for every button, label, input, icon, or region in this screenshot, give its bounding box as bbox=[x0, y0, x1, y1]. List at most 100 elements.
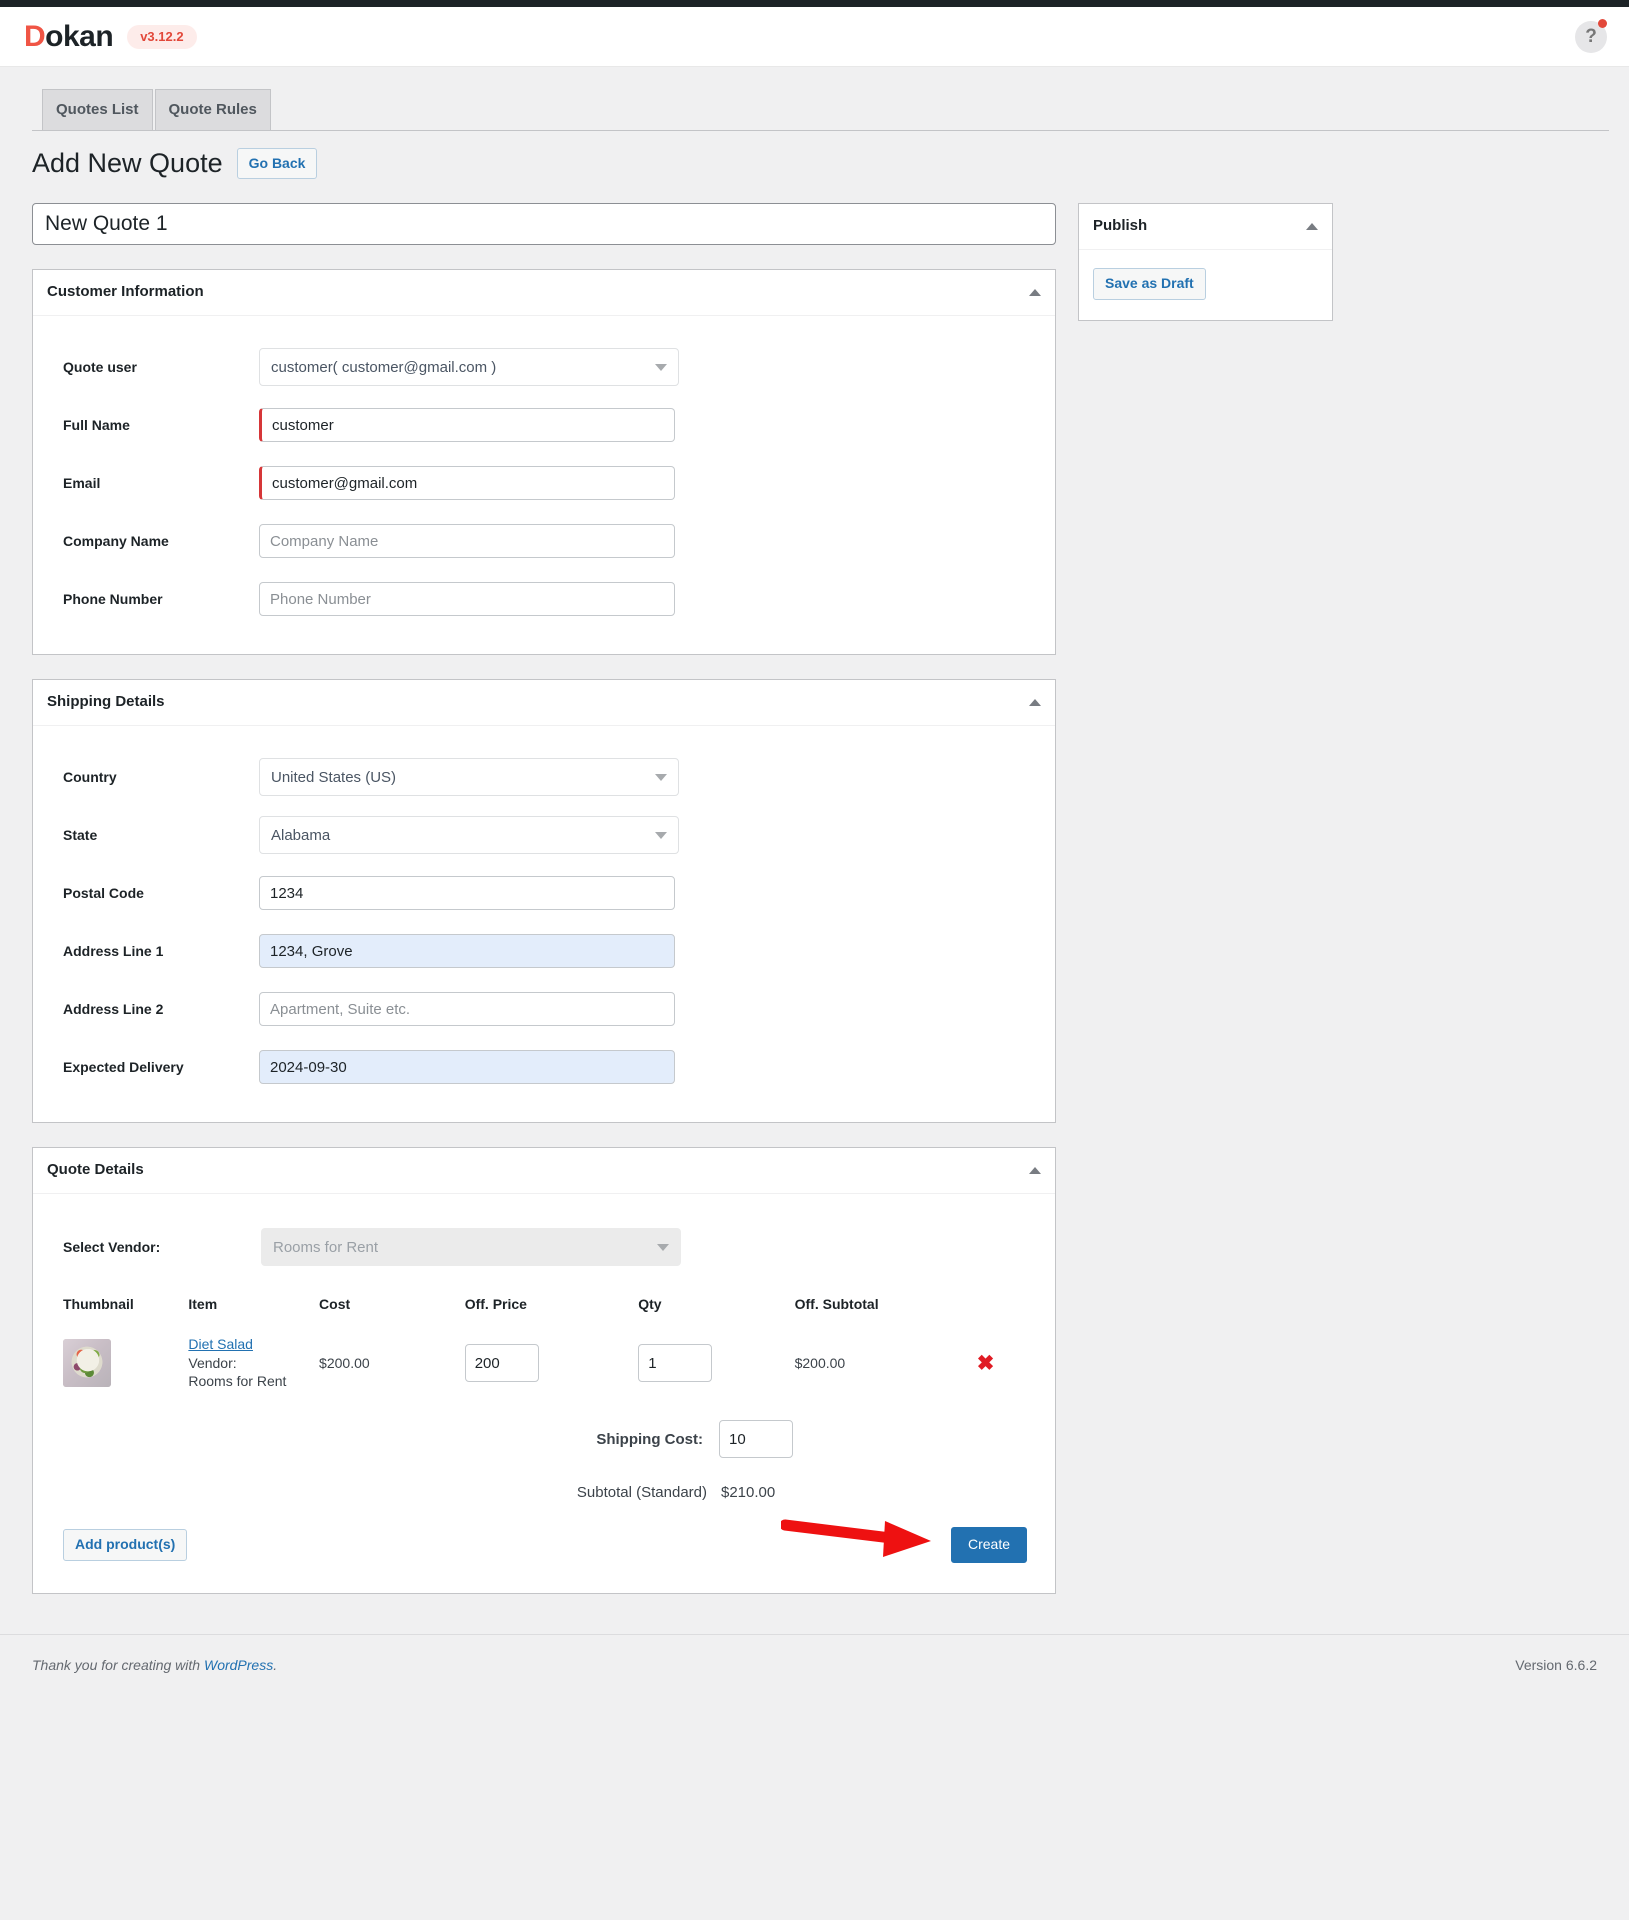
chevron-up-icon[interactable] bbox=[1306, 222, 1318, 230]
state-label: State bbox=[63, 827, 98, 844]
country-field: United States (US) bbox=[259, 758, 679, 797]
offered-price-input[interactable] bbox=[464, 1344, 539, 1383]
quote-title-input[interactable] bbox=[32, 203, 1056, 246]
tab-quotes-list[interactable]: Quotes List bbox=[42, 89, 153, 130]
select-vendor-selected-value: Rooms for Rent bbox=[273, 1238, 379, 1256]
footer-thanks-suffix: . bbox=[273, 1656, 278, 1673]
quote-user-label: Quote user bbox=[63, 359, 137, 376]
address-line-1-field bbox=[259, 934, 675, 969]
address-line-2-input[interactable] bbox=[259, 992, 675, 1027]
shipping-details-title: Shipping Details bbox=[47, 693, 165, 711]
address-line-1-input[interactable] bbox=[259, 934, 675, 969]
select-vendor-dropdown[interactable]: Rooms for Rent bbox=[261, 1228, 681, 1267]
main-column: Customer Information Quote user customer… bbox=[32, 203, 1056, 1594]
product-thumbnail-image bbox=[63, 1339, 111, 1388]
quote-user-row: Quote user customer( customer@gmail.com … bbox=[47, 338, 1041, 396]
publish-panel: Publish Save as Draft bbox=[1078, 203, 1333, 321]
cell-qty bbox=[638, 1326, 794, 1400]
save-as-draft-button[interactable]: Save as Draft bbox=[1093, 268, 1206, 300]
create-button[interactable]: Create bbox=[950, 1527, 1027, 1563]
expected-delivery-row: Expected Delivery bbox=[47, 1038, 1041, 1096]
country-label: Country bbox=[63, 769, 117, 786]
quote-actions-row: Add product(s) Create bbox=[47, 1501, 1041, 1567]
customer-information-panel: Customer Information Quote user customer… bbox=[32, 269, 1056, 656]
chevron-down-icon bbox=[655, 831, 667, 839]
publish-title: Publish bbox=[1093, 217, 1148, 235]
quote-user-selected-value: customer( customer@gmail.com ) bbox=[271, 358, 497, 376]
state-row: State Alabama bbox=[47, 806, 1041, 864]
chevron-up-icon[interactable] bbox=[1029, 698, 1041, 706]
quote-details-body: Select Vendor: Rooms for Rent Thumbnail bbox=[33, 1194, 1055, 1593]
address-line-2-field bbox=[259, 992, 675, 1027]
full-name-label: Full Name bbox=[63, 417, 130, 434]
shipping-details-panel: Shipping Details Country United States (… bbox=[32, 679, 1056, 1124]
quote-details-panel: Quote Details Select Vendor: Rooms for R… bbox=[32, 1147, 1056, 1594]
cell-thumbnail bbox=[47, 1326, 188, 1400]
shipping-cost-input[interactable] bbox=[719, 1420, 793, 1459]
postal-code-input[interactable] bbox=[259, 876, 675, 911]
expected-delivery-input[interactable] bbox=[259, 1050, 675, 1085]
quote-items-table: Thumbnail Item Cost Off. Price Qty Off. … bbox=[47, 1296, 1041, 1400]
customer-information-header: Customer Information bbox=[33, 270, 1055, 317]
add-products-button[interactable]: Add product(s) bbox=[63, 1529, 188, 1561]
column-header-item: Item bbox=[188, 1296, 218, 1313]
subtotal-label: Subtotal (Standard) bbox=[576, 1484, 707, 1502]
go-back-button[interactable]: Go Back bbox=[236, 147, 318, 180]
address-line-1-row: Address Line 1 bbox=[47, 922, 1041, 980]
select-vendor-field: Rooms for Rent bbox=[261, 1228, 681, 1267]
full-name-input[interactable] bbox=[259, 408, 675, 443]
footer-thanks-prefix: Thank you for creating with bbox=[32, 1656, 204, 1673]
chevron-down-icon bbox=[657, 1243, 669, 1251]
address-line-1-label: Address Line 1 bbox=[63, 943, 164, 960]
company-name-input[interactable] bbox=[259, 524, 675, 559]
country-select[interactable]: United States (US) bbox=[259, 758, 679, 797]
expected-delivery-field bbox=[259, 1050, 675, 1085]
publish-body: Save as Draft bbox=[1079, 250, 1332, 320]
footer-version: Version 6.6.2 bbox=[1515, 1656, 1597, 1673]
country-row: Country United States (US) bbox=[47, 748, 1041, 806]
column-header-qty: Qty bbox=[638, 1296, 662, 1313]
publish-header: Publish bbox=[1079, 204, 1332, 251]
phone-number-input[interactable] bbox=[259, 582, 675, 617]
product-name-link[interactable]: Diet Salad bbox=[188, 1336, 319, 1352]
table-row: Diet Salad Vendor: Rooms for Rent $200.0… bbox=[47, 1326, 1041, 1400]
cell-remove: ✖ bbox=[977, 1326, 1041, 1400]
postal-code-label: Postal Code bbox=[63, 885, 144, 902]
chevron-down-icon bbox=[655, 773, 667, 781]
admin-footer: Thank you for creating with WordPress. V… bbox=[0, 1633, 1629, 1697]
company-name-row: Company Name bbox=[47, 512, 1041, 570]
wordpress-link[interactable]: WordPress bbox=[204, 1657, 273, 1673]
footer-thanks: Thank you for creating with WordPress. bbox=[32, 1657, 277, 1673]
email-row: Email bbox=[47, 454, 1041, 512]
email-input[interactable] bbox=[259, 466, 675, 501]
select-vendor-row: Select Vendor: Rooms for Rent bbox=[47, 1216, 1041, 1278]
address-line-2-label: Address Line 2 bbox=[63, 1001, 164, 1018]
subtotal-value: $210.00 bbox=[721, 1484, 776, 1502]
nav-tab-wrapper: Quotes List Quote Rules bbox=[32, 89, 1609, 131]
quantity-input[interactable] bbox=[638, 1344, 713, 1383]
chevron-up-icon[interactable] bbox=[1029, 288, 1041, 296]
main-layout: Customer Information Quote user customer… bbox=[20, 203, 1609, 1594]
quote-items-body: Diet Salad Vendor: Rooms for Rent $200.0… bbox=[47, 1326, 1041, 1400]
salad-photo bbox=[63, 1339, 111, 1388]
shipping-details-body: Country United States (US) State Alabama… bbox=[33, 726, 1055, 1122]
column-header-thumbnail: Thumbnail bbox=[63, 1296, 134, 1313]
company-name-field bbox=[259, 524, 675, 559]
tab-quote-rules[interactable]: Quote Rules bbox=[154, 89, 271, 130]
remove-item-icon[interactable]: ✖ bbox=[977, 1353, 995, 1374]
dokan-logo-initial: D bbox=[24, 19, 46, 53]
phone-number-field bbox=[259, 582, 675, 617]
email-label: Email bbox=[63, 475, 101, 492]
shipping-cost-label: Shipping Cost: bbox=[596, 1430, 703, 1448]
full-name-field bbox=[259, 408, 675, 443]
phone-number-row: Phone Number bbox=[47, 570, 1041, 628]
postal-code-field bbox=[259, 876, 675, 911]
quote-user-select[interactable]: customer( customer@gmail.com ) bbox=[259, 348, 679, 387]
expected-delivery-label: Expected Delivery bbox=[63, 1059, 184, 1076]
state-selected-value: Alabama bbox=[271, 826, 331, 844]
select-vendor-label: Select Vendor: bbox=[63, 1239, 161, 1256]
state-select[interactable]: Alabama bbox=[259, 816, 679, 855]
chevron-up-icon[interactable] bbox=[1029, 1166, 1041, 1174]
sidebar-column: Publish Save as Draft bbox=[1078, 203, 1333, 321]
email-field bbox=[259, 466, 675, 501]
